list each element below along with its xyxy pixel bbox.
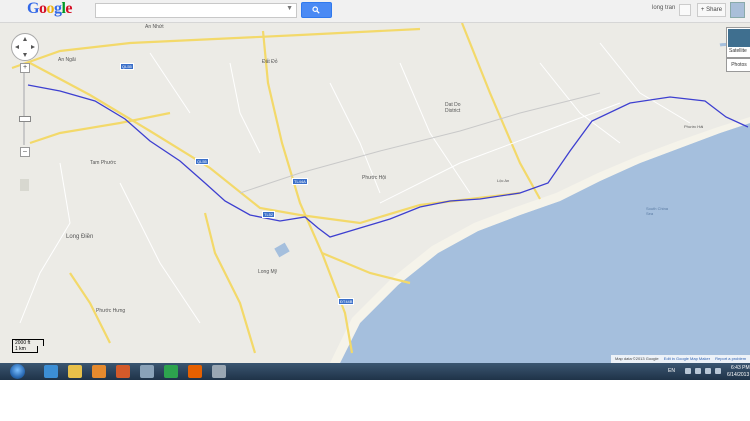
tray-network-icon[interactable]	[695, 368, 701, 374]
scale-km: 1 km	[12, 346, 38, 353]
firefox-icon[interactable]	[188, 365, 202, 378]
road-shield: TL52	[262, 211, 276, 218]
place-label[interactable]: Tam Phước	[90, 160, 116, 166]
internet-explorer-icon[interactable]	[44, 365, 58, 378]
folder-icon[interactable]	[68, 365, 82, 378]
map-scale: 2000 ft 1 km	[12, 339, 48, 353]
lake	[274, 242, 290, 258]
place-label[interactable]: An Nhứt	[145, 24, 164, 30]
toolbox-icon[interactable]	[116, 365, 130, 378]
search-icon	[312, 6, 320, 14]
place-label[interactable]: Phước Hải	[684, 124, 703, 129]
place-label[interactable]: Dat Do District	[445, 102, 471, 114]
google-logo[interactable]: Google	[27, 0, 72, 18]
sea-area	[340, 123, 750, 363]
place-label[interactable]: Long Điền	[66, 234, 93, 240]
road-shield: TL44A	[292, 178, 308, 185]
place-label[interactable]: Phước Hội	[362, 175, 386, 181]
place-label[interactable]: Đất Đỏ	[262, 59, 278, 65]
clock-time[interactable]: 6:43 PM	[731, 365, 750, 371]
pan-control[interactable]	[11, 33, 39, 61]
sea-label: South China Sea	[646, 206, 669, 216]
satellite-label: Satellite	[729, 48, 747, 54]
place-label[interactable]: Long Mỹ	[258, 269, 277, 275]
google-topbar: Google ▼ long tran + Share	[0, 0, 750, 23]
place-label[interactable]: Lộc An	[497, 178, 509, 183]
tray-volume-icon[interactable]	[705, 368, 711, 374]
viewer-icon[interactable]	[212, 365, 226, 378]
zoom-in-button[interactable]: +	[20, 63, 30, 73]
logo-letter: e	[65, 0, 73, 17]
scale-feet: 2000 ft	[12, 339, 44, 346]
media-player-icon[interactable]	[92, 365, 106, 378]
avatar[interactable]	[730, 2, 745, 18]
place-label[interactable]: An Ngãi	[58, 57, 76, 63]
search-dropdown-icon[interactable]: ▼	[286, 5, 293, 12]
logo-letter: o	[46, 0, 54, 17]
search-button[interactable]	[301, 2, 332, 18]
map-canvas[interactable]: An Nhứt An Ngãi Tam Phước Long Điền Phướ…	[0, 23, 750, 363]
tray-power-icon[interactable]	[715, 368, 721, 374]
tray-flag-icon[interactable]	[685, 368, 691, 374]
share-button[interactable]: + Share	[697, 3, 726, 17]
satellite-thumbnail	[728, 29, 750, 47]
zoom-slider-track[interactable]	[23, 73, 25, 145]
pan-arrows-icon	[15, 37, 35, 57]
photos-button[interactable]: Photos	[726, 58, 750, 72]
map-footer: Map data ©2013 Google Edit in Google Map…	[611, 355, 750, 363]
satellite-view-button[interactable]: Satellite	[726, 27, 750, 58]
map-attribution: Map data ©2013 Google	[615, 356, 659, 361]
blank-area	[0, 380, 750, 421]
clock-date[interactable]: 6/14/2013	[727, 372, 749, 378]
place-label[interactable]: Phước Hưng	[96, 308, 125, 314]
lake	[20, 179, 29, 191]
windows-taskbar: EN 6:43 PM 6/14/2013	[0, 363, 750, 380]
notification-bell-icon[interactable]	[679, 4, 691, 16]
logo-letter: G	[27, 0, 39, 17]
search-input[interactable]: ▼	[95, 3, 297, 18]
start-button[interactable]	[10, 364, 25, 379]
network-icon[interactable]	[140, 365, 154, 378]
language-indicator[interactable]: EN	[668, 368, 675, 374]
zoom-out-button[interactable]: –	[20, 147, 30, 157]
user-name[interactable]: long tran	[652, 5, 675, 11]
road-shield: QL55	[195, 158, 209, 165]
road-shield: ĐT44B	[338, 298, 355, 305]
chrome-icon[interactable]	[164, 365, 178, 378]
road-shield: QL55	[120, 63, 134, 70]
edit-map-maker-link[interactable]: Edit in Google Map Maker	[664, 356, 710, 361]
zoom-slider-handle[interactable]	[19, 116, 31, 122]
report-problem-link[interactable]: Report a problem	[715, 356, 746, 361]
